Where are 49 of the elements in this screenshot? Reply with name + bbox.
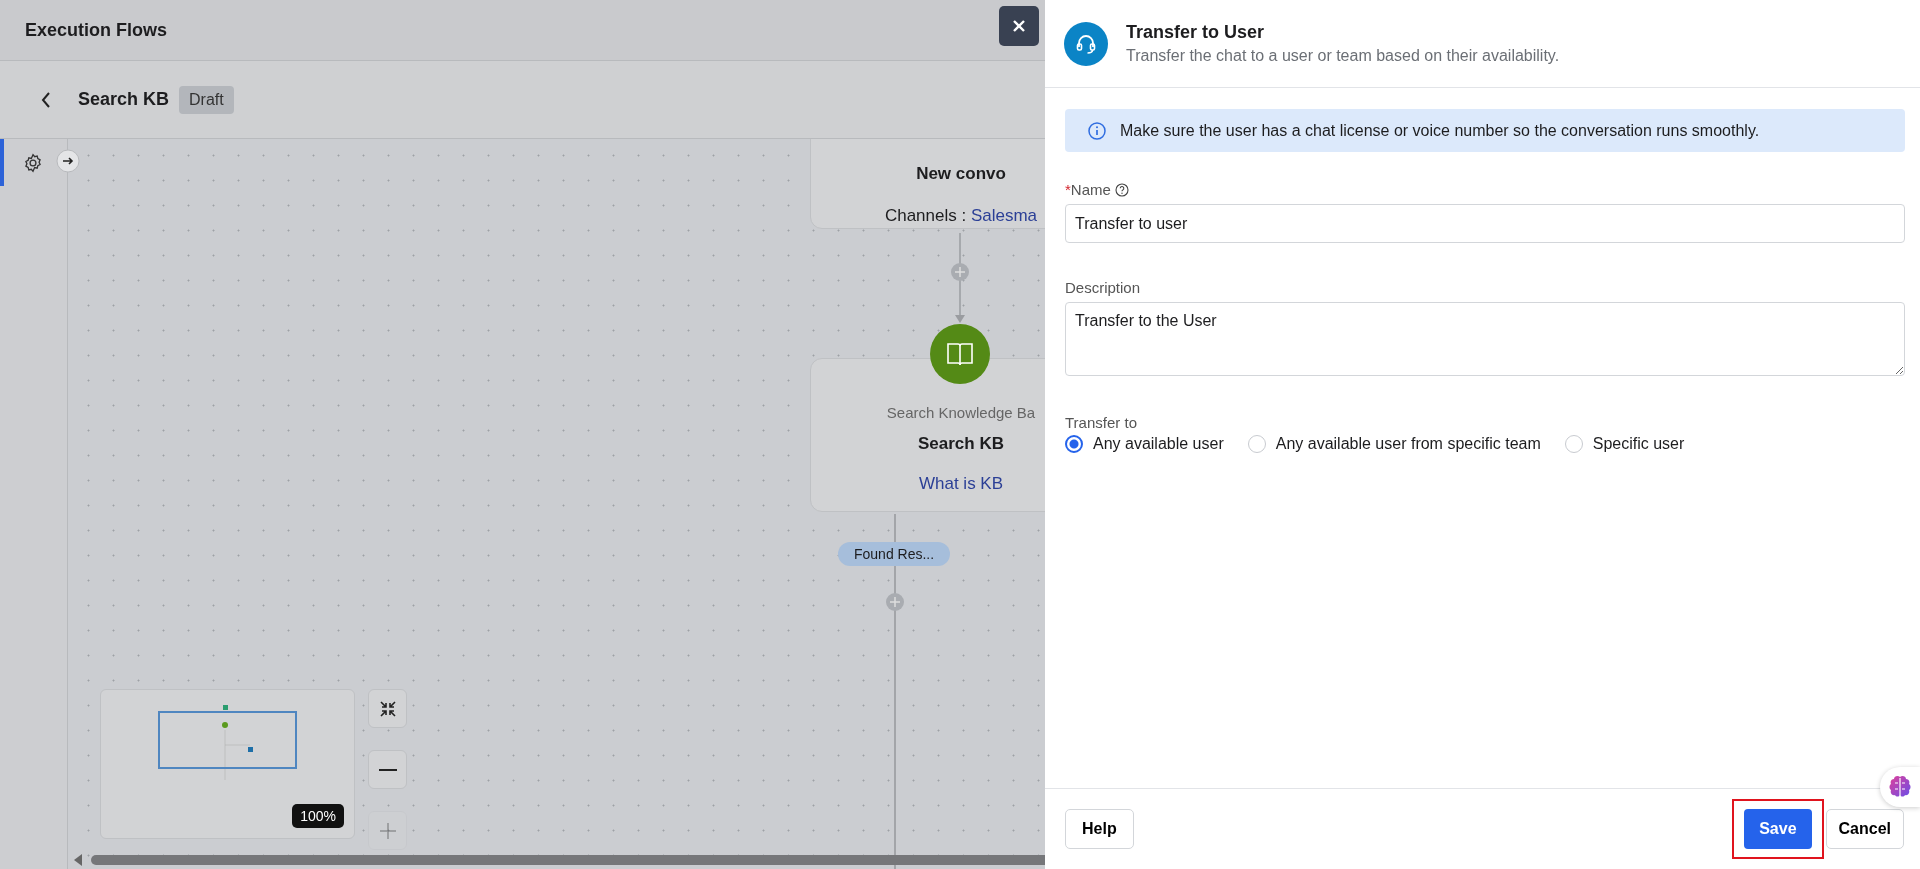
minimap[interactable]: 100% [100, 689, 355, 839]
save-button[interactable]: Save [1744, 809, 1812, 849]
status-badge: Draft [179, 85, 234, 114]
radio-option[interactable]: Any available user [1065, 435, 1224, 453]
node-type-label: Search Knowledge Ba [885, 404, 1037, 421]
panel-title: Transfer to User [1126, 22, 1266, 43]
radio-option[interactable]: Specific user [1564, 435, 1685, 453]
field-label: Name [1070, 181, 1111, 198]
zoom-level: 100% [292, 804, 344, 828]
node-title: New convo [915, 164, 1007, 184]
assistant-button[interactable] [1880, 767, 1920, 807]
close-icon [1011, 18, 1027, 34]
minus-icon [378, 768, 397, 771]
name-input[interactable]: Transfer to user [1065, 204, 1905, 243]
minimap-viewport[interactable] [158, 711, 297, 769]
flow-name: Search KB [78, 89, 170, 110]
cancel-button[interactable]: Cancel [1825, 809, 1904, 849]
query-link[interactable]: What is KB [811, 474, 1045, 494]
radio-button[interactable] [1065, 435, 1083, 453]
field-label: Description [1065, 279, 1141, 296]
book-icon [929, 323, 991, 385]
knowledge-node-card[interactable]: Search Knowledge Ba Search KB What is KB [810, 358, 1045, 512]
headset-icon [1064, 21, 1108, 66]
node-title: Search KB [917, 434, 1005, 454]
close-button[interactable] [999, 6, 1039, 46]
field-label: Transfer to [1065, 414, 1137, 431]
channel-link[interactable]: Salesma [970, 206, 1038, 225]
back-icon[interactable] [40, 90, 52, 109]
settings-icon[interactable] [23, 153, 43, 173]
panel-subtitle: Transfer the chat to a user or team based on their availability. [1126, 47, 1560, 65]
branch-label[interactable]: Found Res... [838, 542, 951, 566]
channels-text: Channels : Salesma [883, 206, 1039, 226]
scroll-left-icon[interactable] [73, 854, 83, 866]
horizontal-scrollbar[interactable] [73, 854, 1045, 866]
brain-icon [1887, 774, 1913, 800]
fit-view-icon [378, 699, 397, 718]
info-text: Make sure the user has a chat license or voice number so the conversation runs smoothly. [1120, 121, 1760, 140]
active-indicator [0, 139, 4, 186]
radio-option[interactable]: Any available user from specific team [1247, 435, 1541, 453]
help-button[interactable]: Help [1065, 809, 1134, 849]
help-icon[interactable] [1114, 182, 1129, 197]
page-title: Execution Flows [25, 19, 168, 41]
info-icon [1088, 121, 1106, 140]
required-mark: * [1065, 181, 1071, 198]
fit-view-button[interactable] [368, 689, 407, 728]
zoom-out-button[interactable] [368, 750, 407, 789]
description-input[interactable]: Transfer to the User [1065, 302, 1905, 376]
plus-icon [377, 820, 398, 841]
trigger-node-card[interactable]: New convo Channels : Salesma [810, 139, 1045, 229]
